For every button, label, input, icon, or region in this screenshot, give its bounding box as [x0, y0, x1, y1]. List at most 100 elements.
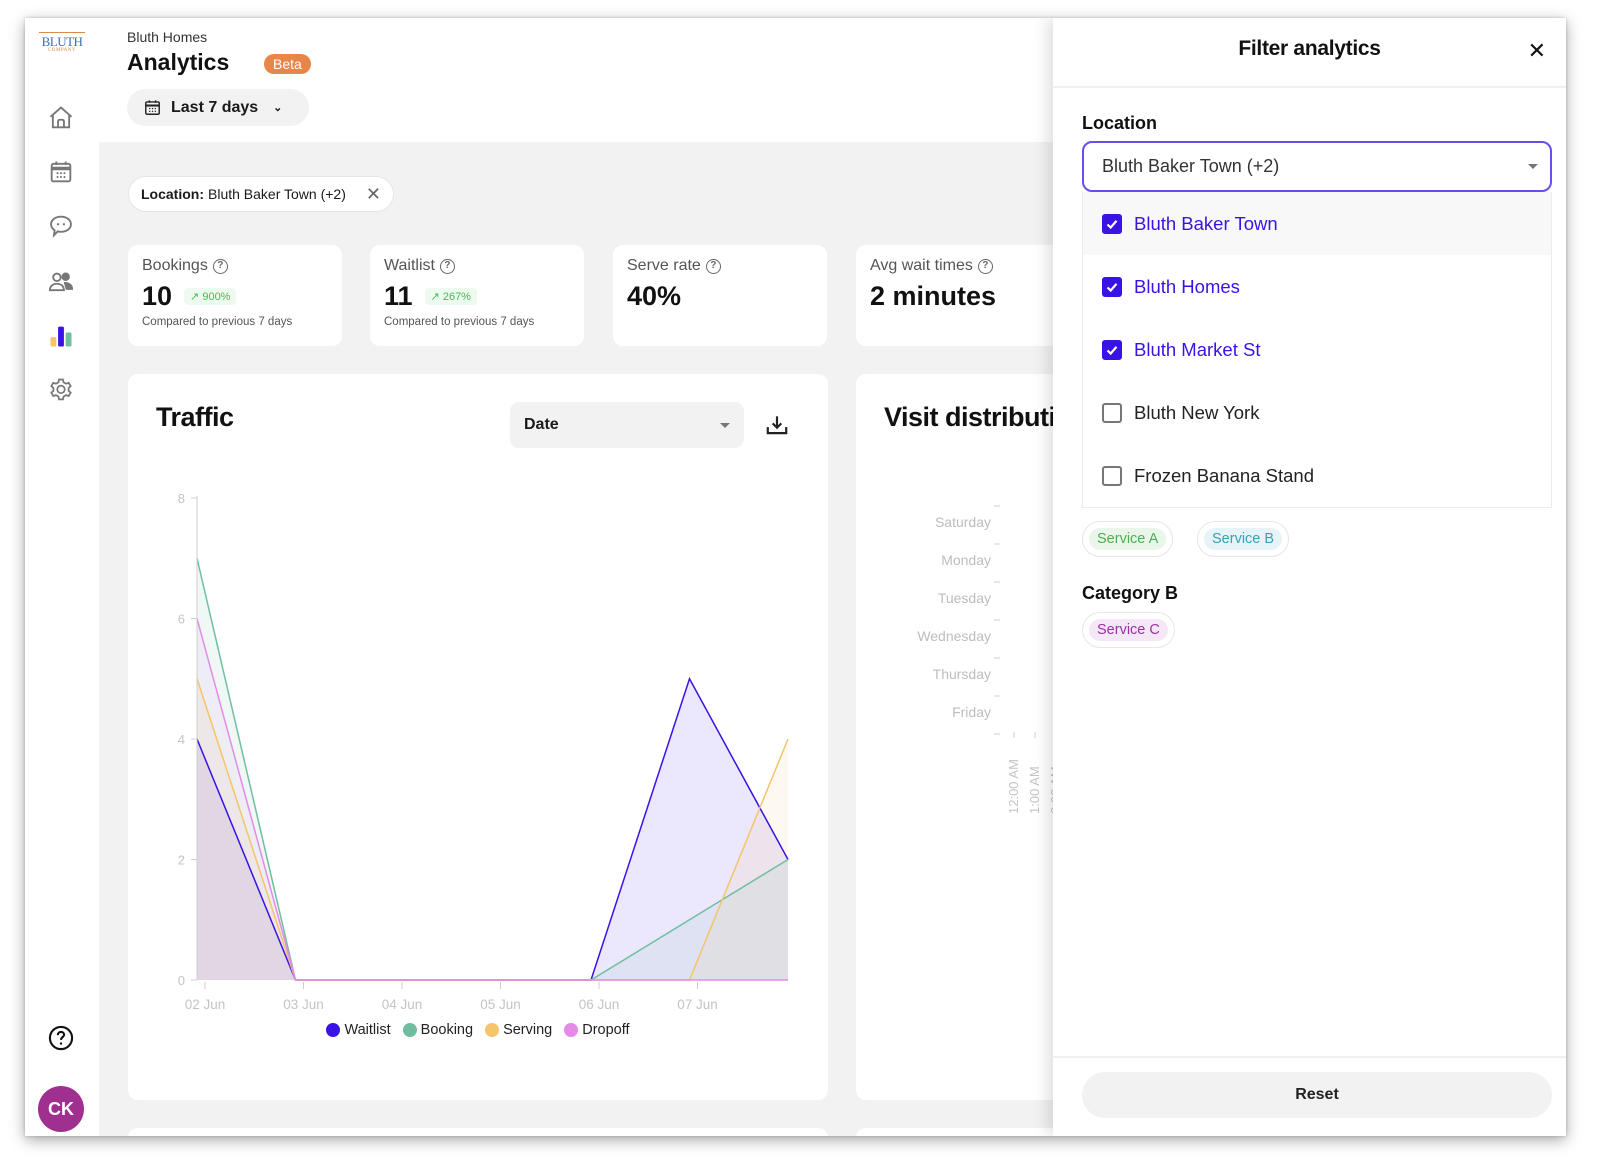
- category-b-label: Category B: [1082, 583, 1179, 603]
- remove-filter-icon[interactable]: ✕: [366, 184, 381, 205]
- location-option[interactable]: Bluth Baker Town: [1083, 192, 1551, 255]
- stat-compare: Compared to previous 7 days: [384, 316, 535, 328]
- stat-card-bookings: Bookings? 10 ↗ 900% Compared to previous …: [128, 245, 342, 346]
- service-tag-label: Service B: [1204, 528, 1283, 550]
- user-avatar[interactable]: CK: [38, 1086, 84, 1132]
- x-tick-label: 07 Jun: [677, 997, 718, 1012]
- stat-value: 40%: [627, 281, 682, 311]
- checkbox-unchecked[interactable]: [1102, 402, 1122, 423]
- legend-item-dropoff[interactable]: Dropoff: [564, 1022, 630, 1038]
- nav-home[interactable]: [45, 102, 77, 134]
- nav-settings[interactable]: [45, 374, 77, 406]
- location-option[interactable]: Bluth Market St: [1083, 318, 1551, 381]
- nav-messages[interactable]: [45, 210, 77, 242]
- checkbox-unchecked[interactable]: [1102, 465, 1122, 486]
- service-tag[interactable]: Service C: [1082, 612, 1175, 648]
- beta-badge: Beta: [264, 54, 311, 74]
- active-filter-chip: Location: Bluth Baker Town (+2) ✕: [128, 176, 394, 212]
- location-option-label: Bluth Homes: [1134, 275, 1240, 297]
- y-tick-label: 4: [178, 732, 185, 747]
- legend-swatch: [485, 1023, 500, 1037]
- stat-card-waitlist: Waitlist? 11 ↗ 267% Compared to previous …: [370, 245, 584, 346]
- checkbox-checked[interactable]: [1102, 213, 1122, 234]
- trend-up-icon: ↗: [190, 291, 200, 303]
- filter-chip-key: Location:: [141, 186, 204, 202]
- help-icon[interactable]: ?: [212, 258, 228, 274]
- stat-label: Avg wait times: [870, 257, 973, 274]
- x-tick-label: 03 Jun: [283, 997, 324, 1012]
- x-tick-label: 06 Jun: [579, 997, 620, 1012]
- hour-label: 1:00 AM: [1027, 766, 1042, 814]
- sidebar: BLUTH COMPANY CK: [25, 18, 99, 1136]
- nav-calendar[interactable]: [45, 156, 77, 188]
- reset-button[interactable]: Reset: [1082, 1072, 1552, 1118]
- caret-down-icon: [1528, 164, 1538, 169]
- location-option-label: Bluth Market St: [1134, 338, 1261, 360]
- drawer-header: Filter analytics ✕: [1053, 18, 1566, 88]
- gear-icon: [50, 378, 72, 401]
- checkbox-checked[interactable]: [1102, 339, 1122, 360]
- location-option-label: Bluth New York: [1134, 401, 1260, 423]
- stat-label: Serve rate: [627, 257, 701, 274]
- legend-item-serving[interactable]: Serving: [485, 1022, 552, 1038]
- legend-label: Booking: [420, 1022, 474, 1038]
- org-name: Bluth Homes: [127, 29, 208, 45]
- nav-customers[interactable]: [45, 266, 77, 298]
- service-tag[interactable]: Service A: [1082, 521, 1174, 557]
- location-option[interactable]: Frozen Banana Stand: [1083, 444, 1551, 507]
- legend-item-booking[interactable]: Booking: [402, 1022, 474, 1038]
- filter-drawer: Filter analytics ✕ Location Bluth Baker …: [1053, 18, 1566, 1136]
- service-tag-label: Service C: [1089, 619, 1168, 641]
- drawer-footer: Reset: [1053, 1056, 1566, 1136]
- legend-swatch: [326, 1023, 341, 1037]
- checkmark-icon: [1106, 219, 1118, 229]
- help-button[interactable]: [45, 1022, 77, 1054]
- location-label: Location: [1082, 113, 1157, 133]
- date-range-button[interactable]: Last 7 days ⌄: [127, 89, 309, 126]
- legend-item-waitlist[interactable]: Waitlist: [326, 1022, 391, 1038]
- location-option[interactable]: Bluth Homes: [1083, 255, 1551, 318]
- home-icon: [49, 106, 73, 129]
- stat-value: 11: [384, 281, 413, 311]
- calendar-icon: [50, 161, 72, 183]
- x-tick-label: 02 Jun: [185, 997, 226, 1012]
- legend-label: Dropoff: [582, 1022, 630, 1038]
- service-tag[interactable]: Service B: [1197, 521, 1290, 557]
- drawer-title: Filter analytics: [1238, 37, 1381, 60]
- location-option-label: Frozen Banana Stand: [1134, 464, 1314, 486]
- location-select[interactable]: Bluth Baker Town (+2): [1082, 141, 1552, 192]
- location-select-value: Bluth Baker Town (+2): [1102, 156, 1280, 176]
- traffic-chart: 0 2 4 6 8 02 Jun 03 Jun 04 Jun 05 Jun 06 Jun 07 Ju…: [178, 491, 789, 1012]
- legend-label: Waitlist: [344, 1022, 391, 1038]
- legend-swatch: [564, 1023, 579, 1037]
- stat-card-serve-rate: Serve rate? 40%: [613, 245, 827, 346]
- chat-bubble-icon: [50, 215, 72, 239]
- hour-label: 12:00 AM: [1006, 759, 1021, 814]
- chevron-down-icon: ⌄: [273, 102, 283, 114]
- location-options-list: Bluth Baker Town Bluth Homes Bluth Market …: [1082, 192, 1552, 508]
- app-window: BLUTH COMPANY CK Bluth Homes Analytics B…: [25, 18, 1566, 1136]
- x-tick-label: 05 Jun: [480, 997, 521, 1012]
- close-icon[interactable]: ✕: [1528, 40, 1546, 62]
- legend-label: Serving: [503, 1022, 553, 1038]
- help-circle-icon: [48, 1025, 74, 1051]
- service-tag-label: Service A: [1089, 528, 1167, 550]
- chart-legend: Waitlist Booking Serving Dropoff: [128, 1022, 828, 1038]
- page-header: Bluth Homes Analytics Beta Last 7 days ⌄: [99, 18, 1099, 142]
- checkbox-checked[interactable]: [1102, 276, 1122, 297]
- checkmark-icon: [1106, 345, 1118, 355]
- company-logo[interactable]: BLUTH COMPANY: [39, 32, 85, 53]
- trend-badge: ↗ 900%: [184, 288, 237, 305]
- legend-swatch: [402, 1023, 417, 1037]
- location-option-label: Bluth Baker Town: [1134, 212, 1278, 234]
- stat-value: 2 minutes: [870, 281, 997, 311]
- help-icon[interactable]: ?: [977, 258, 993, 274]
- y-tick-label: 8: [178, 491, 185, 506]
- stat-compare: Compared to previous 7 days: [142, 316, 293, 328]
- visit-axis-ticks: 12:00 AM 1:00 AM 2:00 AM: [994, 505, 1056, 814]
- nav-analytics[interactable]: [45, 320, 77, 352]
- help-icon[interactable]: ?: [705, 258, 721, 274]
- help-icon[interactable]: ?: [439, 258, 455, 274]
- location-option[interactable]: Bluth New York: [1083, 381, 1551, 444]
- users-icon: [48, 272, 74, 292]
